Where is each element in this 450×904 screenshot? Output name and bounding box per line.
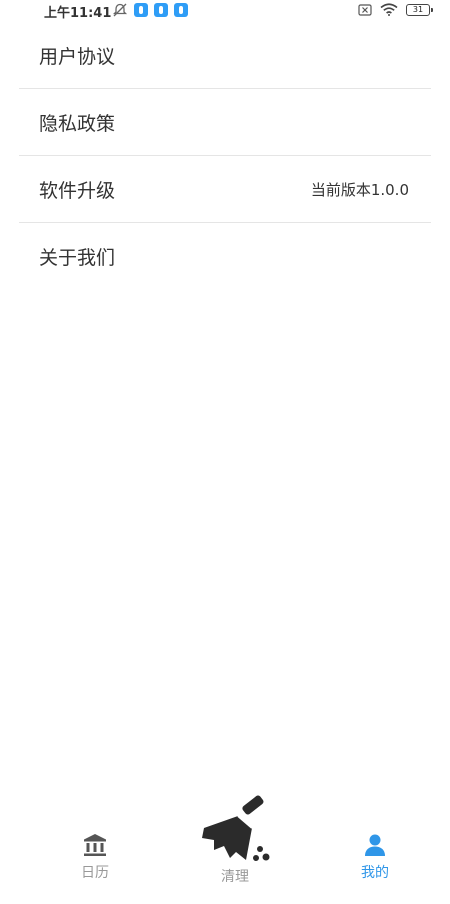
tab-calendar[interactable]: 日历 [70, 832, 120, 882]
status-time: 上午11:41 [44, 6, 112, 21]
status-right-icons: 31 [358, 3, 433, 16]
wifi-icon [380, 3, 398, 16]
status-bar: 上午11:41 31 [0, 0, 450, 22]
app-notification-icon [154, 3, 168, 17]
bank-icon [84, 834, 106, 856]
broom-icon [202, 795, 270, 861]
menu-item-software-upgrade[interactable]: 软件升级 当前版本1.0.0 [19, 156, 431, 223]
menu-item-label: 关于我们 [39, 246, 116, 269]
app-notification-icon [174, 3, 188, 17]
bottom-tab-bar: 日历 清理 我的 [0, 794, 450, 904]
menu-item-label: 软件升级 [39, 179, 116, 202]
app-notification-icon [134, 3, 148, 17]
do-not-disturb-icon [112, 3, 128, 17]
menu-item-label: 用户协议 [39, 45, 116, 68]
menu-item-privacy-policy[interactable]: 隐私政策 [19, 89, 431, 156]
settings-screen: 上午11:41 31 用户协议 隐私政策 软件升级 当前版本1.0.0 关于我们… [0, 0, 450, 904]
user-icon [365, 834, 385, 856]
no-sim-icon [358, 3, 372, 16]
menu-item-label: 隐私政策 [39, 112, 116, 135]
tab-mine[interactable]: 我的 [350, 832, 400, 882]
menu-item-user-agreement[interactable]: 用户协议 [19, 22, 431, 89]
tab-label: 日历 [81, 865, 109, 881]
tab-label: 清理 [221, 869, 249, 885]
tab-clean[interactable]: 清理 [190, 794, 280, 886]
battery-icon: 31 [406, 3, 433, 16]
settings-menu: 用户协议 隐私政策 软件升级 当前版本1.0.0 关于我们 [0, 22, 450, 289]
tab-label: 我的 [361, 865, 389, 881]
current-version-text: 当前版本1.0.0 [310, 180, 409, 199]
menu-item-about-us[interactable]: 关于我们 [19, 223, 431, 289]
status-left-icons [112, 3, 188, 17]
